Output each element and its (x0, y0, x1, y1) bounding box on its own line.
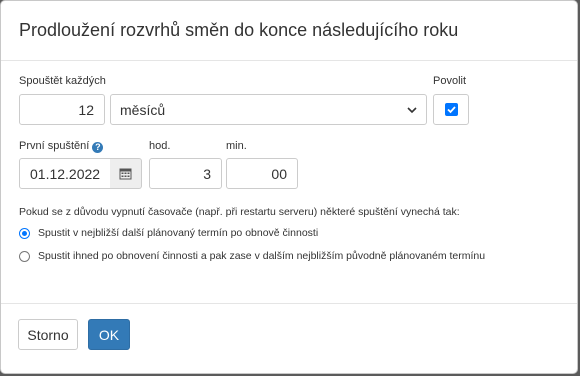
calendar-button[interactable] (110, 158, 142, 189)
minute-input[interactable]: 00 (226, 158, 298, 189)
interval-input[interactable]: 12 (19, 94, 105, 125)
cancel-button[interactable]: Storno (18, 319, 78, 350)
missed-run-prompt: Pokud se z důvodu vypnutí časovače (např… (19, 206, 460, 218)
interval-unit-select[interactable]: měsíců (110, 94, 427, 125)
calendar-icon (119, 168, 132, 180)
first-run-label: První spuštění? (19, 140, 104, 153)
dialog: Prodloužení rozvrhů směn do konce násled… (0, 0, 578, 374)
hour-label: hod. (149, 140, 171, 152)
chevron-down-icon (407, 107, 417, 114)
minute-label: min. (226, 140, 247, 152)
ok-button[interactable]: OK (88, 319, 130, 350)
dialog-title: Prodloužení rozvrhů směn do konce násled… (19, 20, 459, 40)
dialog-footer: Storno OK (1, 303, 577, 373)
radio-next-scheduled[interactable] (19, 227, 30, 239)
missed-option-immediate[interactable]: Spustit ihned po obnovení činnosti a pak… (19, 250, 485, 262)
interval-unit-value: měsíců (120, 101, 166, 118)
dialog-body: Spouštět každých Povolit 12 měsíců První… (1, 61, 577, 306)
missed-option-next[interactable]: Spustit v nejbližší další plánovaný term… (19, 227, 318, 239)
radio-immediate[interactable] (19, 250, 30, 262)
check-icon (446, 106, 456, 114)
question-icon[interactable]: ? (92, 142, 104, 153)
first-run-label-text: První spuštění (19, 140, 90, 152)
enable-checkbox-wrap (433, 94, 469, 125)
dialog-header: Prodloužení rozvrhů směn do konce násled… (1, 1, 577, 61)
hour-input[interactable]: 3 (149, 158, 222, 189)
enable-label: Povolit (433, 75, 467, 87)
first-run-date-input[interactable]: 01.12.2022 (19, 158, 111, 189)
missed-option-immediate-label: Spustit ihned po obnovení činnosti a pak… (38, 250, 486, 262)
missed-option-next-label: Spustit v nejbližší další plánovaný term… (38, 227, 319, 239)
run-every-label: Spouštět každých (19, 75, 106, 87)
enable-checkbox[interactable] (444, 103, 458, 116)
